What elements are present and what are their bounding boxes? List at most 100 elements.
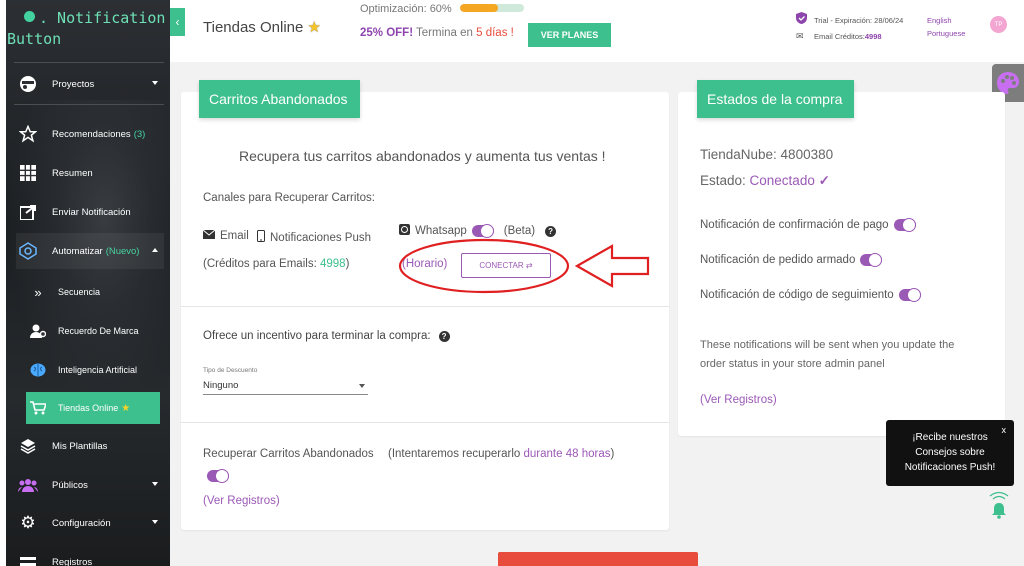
order-status-card: TiendaNube: 4800380 Estado: Conectado ✓ … [678,92,1005,436]
share-icon [16,200,40,224]
sidebar-item-label: Proyectos [52,78,95,90]
status-badge: Conectado [749,173,815,188]
sidebar-item-label: Enviar Notificación [52,206,131,218]
connection-status: Estado: Conectado ✓ [700,173,830,188]
email-credits-value: 4998 [864,32,882,41]
sidebar-item-secuencia[interactable]: » Secuencia [26,274,164,310]
incentive-label: Ofrece un incentivo para terminar la com… [203,330,450,342]
notif-packed-toggle[interactable] [860,253,883,267]
channel-whatsapp: Whatsapp (Beta) ? [399,224,557,238]
brain-icon [26,358,50,382]
whatsapp-icon [399,224,410,238]
recover-carts-toggle[interactable] [207,469,229,483]
offer-banner: 25% OFF! Termina en 5 días ! [360,27,514,39]
sidebar-item-automatizar[interactable]: Automatizar (Nuevo) [16,233,164,269]
logo[interactable]: . Notification Button [6,6,170,50]
optimization-label: Optimización: 60% [360,3,452,15]
top-bar: ‹ Tiendas Online ★ Optimización: 60% 25%… [170,0,1024,62]
connect-button[interactable]: CONECTAR ⇄ [461,253,551,278]
recover-hint: (Intentaremos recuperarlo durante 48 hor… [388,448,615,460]
users-icon [16,473,40,497]
chevron-down-icon [152,81,158,85]
avatar[interactable]: TP [990,16,1007,33]
tiendanube-id: TiendaNube: 4800380 [700,147,834,162]
double-chevron-icon: » [34,284,42,300]
divider [181,306,669,307]
sidebar-item-mis-plantillas[interactable]: Mis Plantillas [16,428,164,464]
sidebar-item-label: Registros [52,556,93,566]
email-credits-text: (Créditos para Emails: 4998) [203,258,350,270]
notif-tracking-toggle[interactable] [898,288,921,302]
user-gear-icon [26,319,50,343]
sidebar-item-recomendaciones[interactable]: Recomendaciones (3) [16,116,164,152]
help-icon[interactable]: ? [438,330,450,342]
sidebar-item-label: Mis Plantillas [52,440,108,452]
notif-payment-toggle[interactable] [893,218,916,232]
whatsapp-toggle[interactable] [471,224,494,238]
sidebar-item-inteligencia-artificial[interactable]: Inteligencia Artificial [26,352,164,388]
layers-icon [16,434,40,458]
projects-icon [16,72,40,96]
view-plans-button[interactable]: VER PLANES [528,23,611,47]
discount-type-select[interactable]: Ninguno [203,377,368,395]
sidebar-item-label: Recomendaciones [52,128,131,140]
sidebar-item-label: Resumen [52,167,93,179]
horario-link[interactable]: (Horario) [402,258,447,270]
sidebar-item-registros[interactable]: Registros [16,544,164,566]
trial-expiration: Trial - Expiración: 28/06/24 [814,16,904,25]
sidebar-item-label: Recuerdo De Marca [58,326,139,336]
recover-carts-label: Recuperar Carritos Abandonados [203,448,374,460]
sidebar-item-label: Configuración [52,517,111,529]
recover-duration-link[interactable]: durante 48 horas [524,448,611,460]
channel-push[interactable]: Notificaciones Push [257,230,371,245]
language-switcher: English Portuguese [927,14,965,40]
logo-line-1: . Notification [39,9,166,27]
divider [181,422,669,423]
close-icon[interactable]: x [1002,423,1007,438]
channel-email[interactable]: Email [202,229,249,242]
sidebar-item-recuerdo-de-marca[interactable]: Recuerdo De Marca [26,313,164,349]
star-icon [16,122,40,146]
notif-payment-row: Notificación de confirmación de pago [700,218,916,232]
optimization-progress-fill [460,4,499,12]
collapse-sidebar-button[interactable]: ‹ [170,8,185,36]
dropdown-arrow-icon [359,384,365,388]
abandoned-carts-card: Recupera tus carritos abandonados y aume… [181,92,669,530]
logo-line-2: Button [7,30,62,48]
recommendations-count: (3) [133,128,146,140]
chevron-down-icon [152,482,158,486]
new-badge: (Nuevo) [105,245,140,257]
notifications-note: These notifications will be sent when yo… [700,339,955,370]
discount-type-label: Tipo de Descuento [203,367,258,374]
sidebar-item-label: Tiendas Online [58,403,119,413]
list-icon [16,550,40,566]
gear-icon: ⚙ [20,513,36,532]
check-icon: ✓ [818,173,830,188]
star-icon: ★ [307,19,321,36]
lang-english-link[interactable]: English [927,14,965,27]
grid-icon [16,161,40,185]
optimization-progress-bar [460,4,524,12]
sidebar-item-resumen[interactable]: Resumen [16,155,164,191]
star-icon: ★ [121,402,131,414]
lang-portuguese-link[interactable]: Portuguese [927,27,965,40]
sidebar-item-proyectos[interactable]: Proyectos [16,66,164,102]
sidebar-item-configuracion[interactable]: ⚙ Configuración [16,505,164,541]
view-logs-link[interactable]: (Ver Registros) [700,394,777,406]
sidebar-item-enviar-notificacion[interactable]: Enviar Notificación [16,194,164,230]
help-icon[interactable]: ? [545,225,557,237]
chevron-down-icon [152,520,158,524]
sidebar-item-label: Secuencia [58,287,101,297]
sidebar-item-publicos[interactable]: Públicos [16,467,164,503]
cart-icon [26,396,50,420]
notification-bell-icon[interactable] [988,490,1010,520]
sidebar: . Notification Button Proyectos Recomend… [6,0,170,566]
abandoned-carts-tab: Carritos Abandonados [199,80,360,118]
bottom-action-button[interactable] [498,552,698,566]
view-logs-link[interactable]: (Ver Registros) [203,495,280,507]
sidebar-item-label: Inteligencia Artificial [58,365,138,375]
sidebar-item-tiendas-online[interactable]: Tiendas Online ★ [26,392,160,424]
channels-label: Canales para Recuperar Carritos: [203,192,375,204]
automation-icon [16,239,40,263]
trial-info: Trial - Expiración: 28/06/24 ✉ Email Créd… [796,12,903,44]
